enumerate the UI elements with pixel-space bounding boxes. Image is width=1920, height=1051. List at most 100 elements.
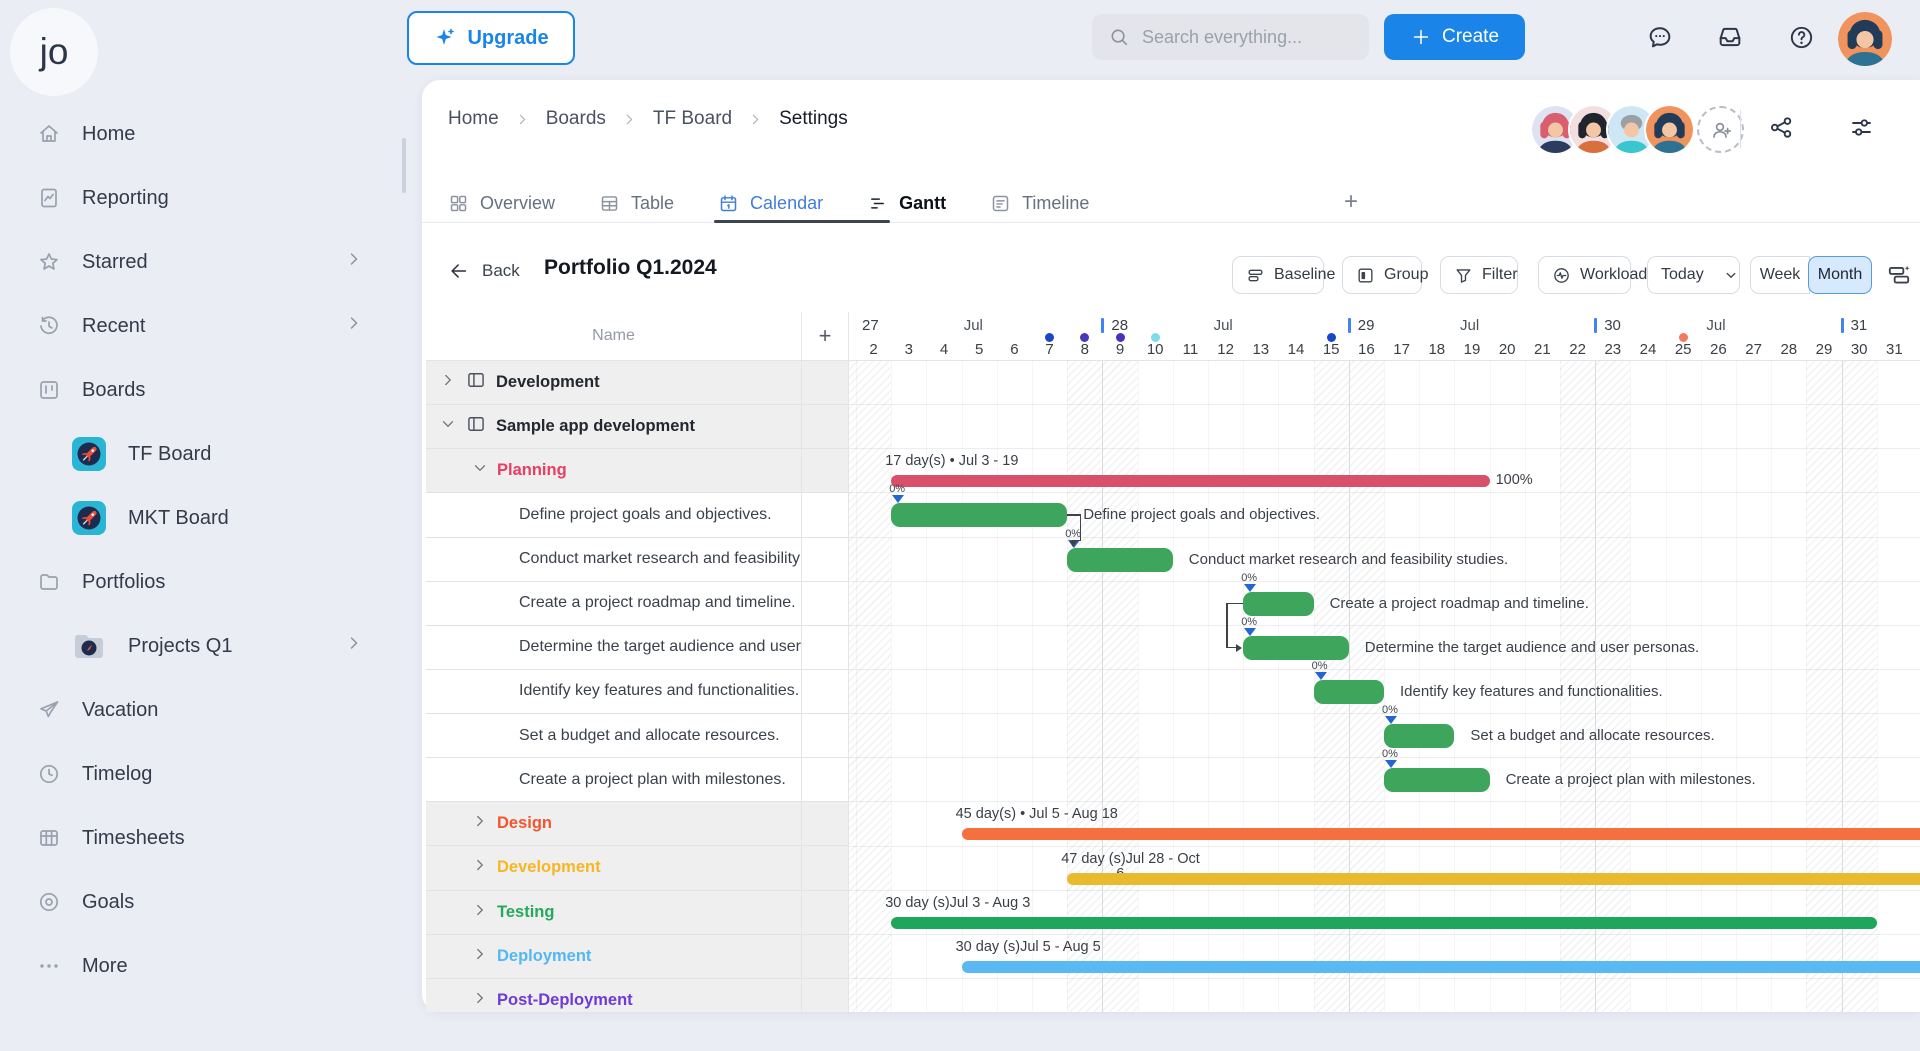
sidebar-item-timesheets[interactable]: Timesheets	[0, 806, 422, 870]
tab-gantt[interactable]: Gantt	[867, 193, 946, 214]
task-bar[interactable]	[1384, 724, 1454, 748]
summary-bar[interactable]	[891, 475, 1489, 487]
sidebar-item-label: MKT Board	[128, 507, 229, 530]
task-row[interactable]: Set a budget and allocate resources.	[426, 714, 848, 758]
task-row[interactable]: Create a project plan with milestones.	[426, 758, 848, 802]
row-expander[interactable]	[439, 415, 457, 438]
phase-row[interactable]: Development	[426, 846, 848, 890]
member-avatar[interactable]	[1644, 104, 1695, 155]
rocket-board-icon	[72, 437, 106, 471]
phase-row[interactable]: Design	[426, 802, 848, 846]
timeline-marker-dot	[1679, 333, 1688, 342]
board-icon	[466, 414, 486, 439]
tab-calendar[interactable]: Calendar	[718, 193, 823, 214]
summary-bar[interactable]	[962, 961, 1920, 973]
gantt-options-icon[interactable]	[1884, 260, 1914, 290]
phase-row[interactable]: Planning	[426, 449, 848, 493]
search-input[interactable]	[1140, 26, 1344, 49]
row-expander[interactable]	[439, 371, 457, 394]
sidebar-item-home[interactable]: Home	[0, 102, 422, 166]
view-week-button[interactable]: Week	[1750, 256, 1810, 294]
filter-button[interactable]: Filter	[1440, 256, 1518, 294]
workload-button[interactable]: Workload	[1538, 256, 1631, 294]
sidebar-item-starred[interactable]: Starred	[0, 230, 422, 294]
sidebar-item-portfolios[interactable]: Portfolios	[0, 550, 422, 614]
breadcrumb-item-settings[interactable]: Settings	[779, 108, 848, 130]
task-bar[interactable]	[1243, 592, 1313, 616]
breadcrumb-item-boards[interactable]: Boards	[546, 108, 606, 130]
task-row[interactable]: Define project goals and objectives.	[426, 493, 848, 537]
task-row[interactable]: Determine the target audience and user p…	[426, 626, 848, 670]
row-expander[interactable]	[471, 989, 489, 1012]
sidebar-item-vacation[interactable]: Vacation	[0, 678, 422, 742]
sidebar-item-goals[interactable]: Goals	[0, 870, 422, 934]
inbox-icon[interactable]	[1710, 17, 1750, 57]
row-expander[interactable]	[471, 856, 489, 879]
task-progress-label: 0%	[1241, 616, 1257, 628]
row-expander[interactable]	[471, 901, 489, 924]
sidebar-item-tf-board[interactable]: TF Board	[0, 422, 422, 486]
baseline-button[interactable]: Baseline	[1232, 256, 1324, 294]
create-button[interactable]: Create	[1384, 14, 1525, 60]
sidebar-item-timelog[interactable]: Timelog	[0, 742, 422, 806]
row-expander[interactable]	[471, 945, 489, 968]
task-bar[interactable]	[891, 503, 1067, 527]
task-progress-label: 0%	[1382, 704, 1398, 716]
day-gridline	[856, 361, 857, 1012]
today-button[interactable]: Today	[1647, 256, 1740, 294]
overview-icon	[448, 193, 469, 214]
global-search[interactable]	[1092, 14, 1369, 60]
sidebar: HomeReportingStarredRecentBoardsTF Board…	[0, 102, 422, 998]
sidebar-item-reporting[interactable]: Reporting	[0, 166, 422, 230]
invite-member-button[interactable]	[1697, 106, 1744, 153]
group-row[interactable]: Development	[426, 361, 848, 405]
breadcrumb-item-home[interactable]: Home	[448, 108, 499, 130]
profile-avatar[interactable]	[1838, 12, 1892, 66]
task-bar[interactable]	[1067, 548, 1173, 572]
summary-bar-label: 47 day (s)Jul 28 - Oct	[1061, 851, 1200, 867]
sidebar-item-recent[interactable]: Recent	[0, 294, 422, 358]
task-progress-label: 0%	[889, 483, 905, 495]
task-bar[interactable]	[1243, 636, 1349, 660]
row-expander[interactable]	[471, 812, 489, 835]
row-name-cell: Identify key features and functionalitie…	[426, 670, 802, 713]
board-settings-icon[interactable]	[1846, 112, 1876, 142]
tab-overview[interactable]: Overview	[448, 193, 555, 214]
group-button[interactable]: Group	[1342, 256, 1422, 294]
workspace-logo[interactable]: jo	[10, 8, 98, 96]
task-row[interactable]: Identify key features and functionalitie…	[426, 670, 848, 714]
sidebar-item-boards[interactable]: Boards	[0, 358, 422, 422]
group-row[interactable]: Sample app development	[426, 405, 848, 449]
upgrade-button[interactable]: Upgrade	[407, 11, 575, 65]
task-row[interactable]: Conduct market research and feasibility …	[426, 538, 848, 582]
breadcrumb: Home Boards TF Board Settings	[448, 108, 848, 130]
sidebar-item-more[interactable]: More	[0, 934, 422, 998]
sidebar-scroll-indicator[interactable]	[402, 138, 406, 193]
sidebar-item-projects-q1[interactable]: Projects Q1	[0, 614, 422, 678]
phase-row[interactable]: Post-Deployment	[426, 979, 848, 1012]
task-bar[interactable]	[1384, 768, 1490, 792]
tab-timeline[interactable]: Timeline	[990, 193, 1089, 214]
back-button[interactable]: Back	[448, 260, 520, 282]
sidebar-item-label: Vacation	[82, 699, 158, 722]
summary-bar-label: 30 day (s)Jul 3 - Aug 3	[885, 895, 1030, 911]
view-month-button[interactable]: Month	[1808, 256, 1872, 294]
timeline-marker-dot	[1327, 333, 1336, 342]
phase-row[interactable]: Deployment	[426, 935, 848, 979]
task-bar[interactable]	[1314, 680, 1384, 704]
add-view-button[interactable]: +	[1344, 188, 1358, 216]
sidebar-item-mkt-board[interactable]: MKT Board	[0, 486, 422, 550]
add-column-button[interactable]: +	[802, 312, 848, 360]
share-icon[interactable]	[1766, 112, 1796, 142]
summary-bar[interactable]	[891, 917, 1877, 929]
breadcrumb-item-tf-board[interactable]: TF Board	[653, 108, 732, 130]
summary-bar[interactable]	[962, 828, 1920, 840]
row-add-cell	[802, 935, 848, 978]
summary-bar[interactable]	[1067, 873, 1920, 885]
tab-table[interactable]: Table	[599, 193, 674, 214]
chat-icon[interactable]	[1640, 17, 1680, 57]
help-icon[interactable]	[1781, 17, 1821, 57]
task-row[interactable]: Create a project roadmap and timeline.	[426, 582, 848, 626]
phase-row[interactable]: Testing	[426, 891, 848, 935]
row-expander[interactable]	[471, 459, 489, 482]
